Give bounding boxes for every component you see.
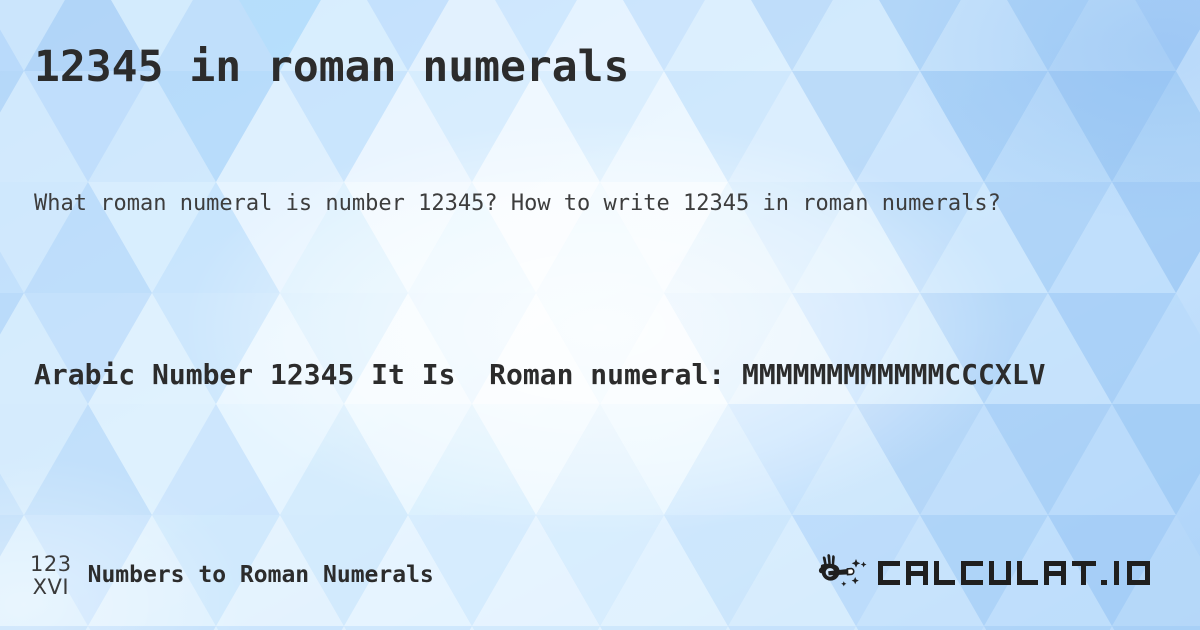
conversion-result: Arabic Number 12345 It Is Roman numeral:… xyxy=(34,358,1046,391)
footer-bar: 123 XVI Numbers to Roman Numerals xyxy=(0,538,1200,630)
calculatio-wordmark: CALCULAT.IO xyxy=(876,557,1176,593)
logo-roman-text: XVI xyxy=(32,575,70,599)
numbers-to-roman-logo-icon: 123 XVI xyxy=(30,552,72,598)
logo-arabic-text: 123 xyxy=(30,552,72,576)
page-title: 12345 in roman numerals xyxy=(34,42,630,92)
site-branding[interactable]: 123 XVI Numbers to Roman Numerals xyxy=(30,552,434,598)
og-image-card: 12345 in roman numerals What roman numer… xyxy=(0,0,1200,630)
magic-wand-hand-icon xyxy=(818,553,870,597)
calculatio-brand-logo[interactable]: CALCULAT.IO xyxy=(818,553,1176,597)
card-content: 12345 in roman numerals What roman numer… xyxy=(0,0,1200,630)
page-description: What roman numeral is number 12345? How … xyxy=(34,191,1001,216)
site-name-label: Numbers to Roman Numerals xyxy=(87,562,434,588)
